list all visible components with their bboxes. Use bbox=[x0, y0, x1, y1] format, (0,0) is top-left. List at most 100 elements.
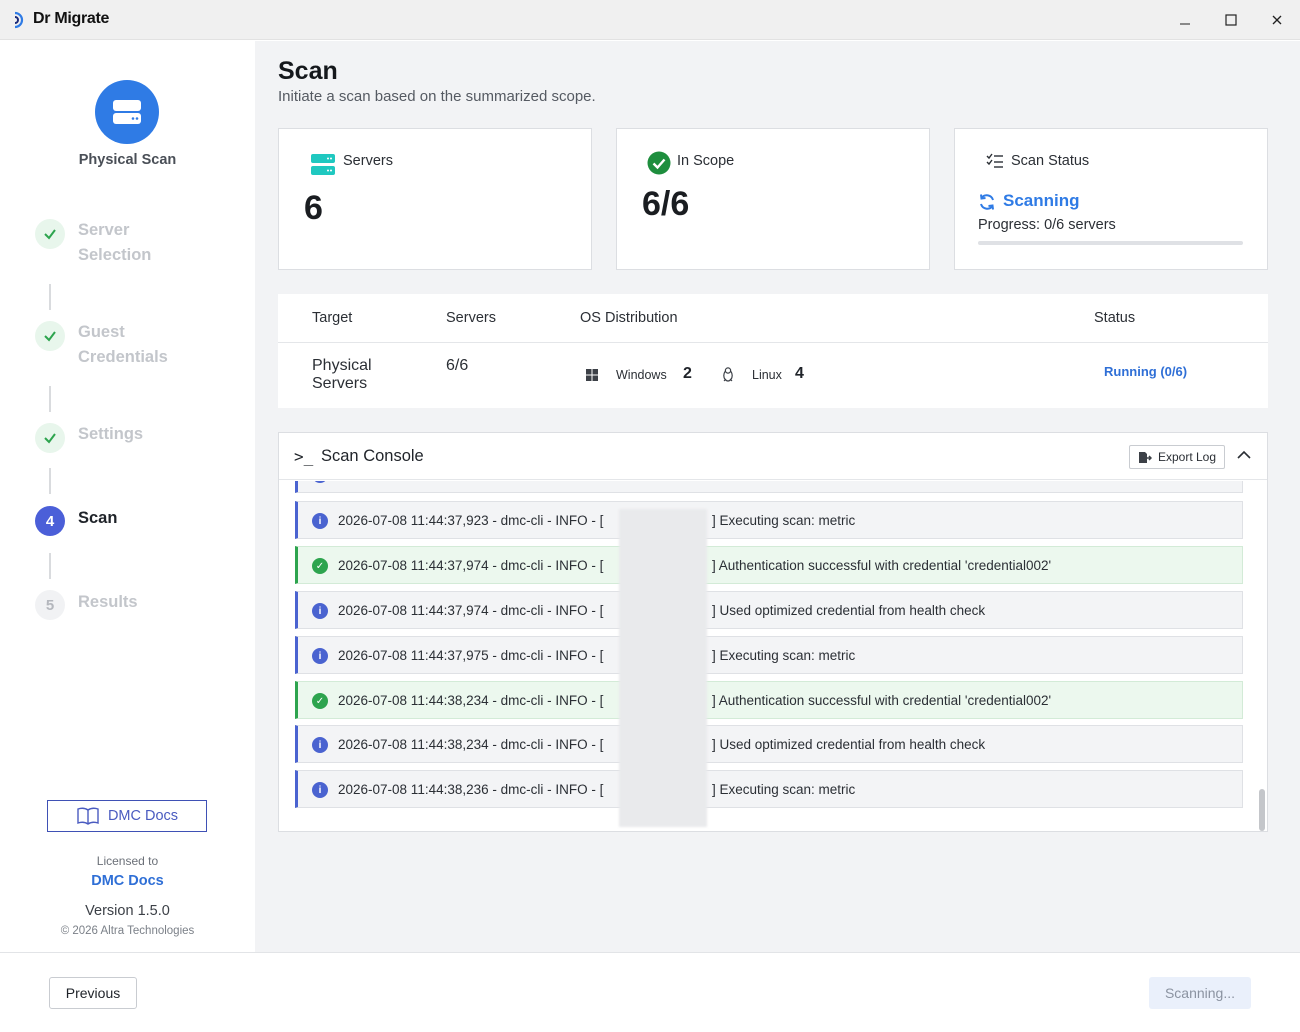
windows-icon bbox=[586, 369, 598, 381]
header-status: Status bbox=[1094, 310, 1136, 326]
close-icon bbox=[1272, 15, 1282, 25]
previous-button[interactable]: Previous bbox=[49, 977, 137, 1009]
console-title: Scan Console bbox=[321, 447, 424, 465]
row-servers: 6/6 bbox=[446, 357, 469, 374]
dmc-docs-label: DMC Docs bbox=[107, 808, 179, 824]
log-message: ] Used optimized credential from health … bbox=[712, 737, 986, 752]
step-settings-marker bbox=[35, 423, 65, 453]
check-icon bbox=[44, 229, 56, 240]
step-scan-marker: 4 bbox=[35, 506, 65, 536]
page-subtitle: Initiate a scan based on the summarized … bbox=[278, 88, 596, 105]
log-row: ✓ 2026-07-08 11:44:37,974 - dmc-cli - IN… bbox=[295, 546, 1243, 584]
chevron-up-icon[interactable] bbox=[1237, 450, 1251, 460]
export-log-label: Export Log bbox=[1157, 450, 1217, 464]
in-scope-count: 6/6 bbox=[642, 185, 690, 223]
app-title: Dr Migrate bbox=[33, 10, 110, 27]
app-logo-icon bbox=[14, 11, 24, 29]
log-row: i 2026-07-08 11:44:38,234 - dmc-cli - IN… bbox=[295, 725, 1243, 763]
row-status: Running (0/6) bbox=[1104, 364, 1188, 379]
close-button[interactable] bbox=[1265, 8, 1289, 32]
info-icon: i bbox=[312, 648, 328, 664]
refresh-icon bbox=[980, 194, 994, 210]
console-log-area[interactable]: i i 2026-07-08 11:44:37,923 - dmc-cli - … bbox=[279, 481, 1267, 831]
maximize-icon bbox=[1225, 14, 1237, 26]
header-target: Target bbox=[312, 310, 353, 326]
step-server-selection-marker bbox=[35, 219, 65, 249]
terminal-icon: >_ bbox=[294, 447, 314, 466]
servers-card: Servers 6 bbox=[278, 128, 592, 270]
licensee-link[interactable]: DMC Docs bbox=[0, 873, 255, 889]
console-scrollbar[interactable] bbox=[1259, 789, 1265, 831]
log-message: ] Executing scan: metric bbox=[712, 782, 856, 797]
step-results-marker: 5 bbox=[35, 590, 65, 620]
server-stack-icon bbox=[311, 154, 335, 175]
title-bar: Dr Migrate bbox=[0, 0, 1300, 40]
log-row: i 2026-07-08 11:44:37,923 - dmc-cli - IN… bbox=[295, 501, 1243, 539]
redacted-hostname-mask bbox=[619, 509, 707, 827]
maximize-button[interactable] bbox=[1219, 8, 1243, 32]
scanning-button[interactable]: Scanning... bbox=[1149, 977, 1251, 1009]
minimize-icon bbox=[1180, 23, 1190, 25]
page-title: Scan bbox=[278, 57, 338, 85]
success-check-icon: ✓ bbox=[312, 558, 328, 574]
scope-table: Target Servers OS Distribution Status Ph… bbox=[278, 294, 1268, 408]
step-guest-credentials-marker bbox=[35, 321, 65, 351]
wizard-footer: Previous Scanning... bbox=[0, 952, 1300, 1032]
scan-progress-text: Progress: 0/6 servers bbox=[978, 217, 1116, 233]
log-prefix: 2026-07-08 11:44:37,975 - dmc-cli - INFO… bbox=[338, 648, 604, 663]
scan-status-card-title: Scan Status bbox=[1011, 153, 1090, 169]
header-servers: Servers bbox=[446, 310, 496, 326]
scan-status-card: Scan Status Scanning Progress: 0/6 serve… bbox=[954, 128, 1268, 270]
scan-state-text: Scanning bbox=[1003, 191, 1080, 210]
scan-console: >_ Scan Console Export Log i i 202 bbox=[278, 432, 1268, 832]
step-settings[interactable]: Settings bbox=[78, 422, 143, 447]
export-icon bbox=[1138, 451, 1152, 463]
wizard-sidebar: Physical Scan Server Selection Guest Cre… bbox=[0, 41, 255, 952]
log-message: ] Used optimized credential from health … bbox=[712, 603, 986, 618]
log-prefix: 2026-07-08 11:44:38,236 - dmc-cli - INFO… bbox=[338, 782, 604, 797]
console-header: >_ Scan Console Export Log bbox=[279, 433, 1267, 480]
licensed-to-label: Licensed to bbox=[96, 854, 159, 868]
step-scan[interactable]: Scan bbox=[78, 506, 117, 531]
physical-scan-label: Physical Scan bbox=[78, 152, 177, 168]
check-icon bbox=[44, 433, 56, 444]
servers-count: 6 bbox=[304, 189, 323, 227]
info-icon: i bbox=[312, 481, 328, 483]
step-server-selection[interactable]: Server Selection bbox=[78, 218, 151, 268]
row-target: Physical Servers bbox=[312, 357, 372, 392]
check-icon bbox=[44, 331, 56, 342]
linux-label: Linux bbox=[752, 368, 782, 382]
info-icon: i bbox=[312, 513, 328, 529]
step-connector bbox=[49, 468, 51, 494]
log-message: ] Executing scan: metric bbox=[712, 648, 856, 663]
log-message: ] Authentication successful with credent… bbox=[712, 693, 1052, 708]
scan-progress-bar bbox=[978, 241, 1243, 245]
log-row: i 2026-07-08 11:44:37,974 - dmc-cli - IN… bbox=[295, 591, 1243, 629]
step-connector bbox=[49, 284, 51, 310]
log-prefix: 2026-07-08 11:44:38,234 - dmc-cli - INFO… bbox=[338, 693, 604, 708]
log-prefix: 2026-07-08 11:44:37,974 - dmc-cli - INFO… bbox=[338, 603, 604, 618]
servers-card-title: Servers bbox=[343, 153, 393, 169]
step-connector bbox=[49, 553, 51, 579]
version-text: Version 1.5.0 bbox=[85, 903, 170, 919]
dmc-docs-button[interactable]: DMC Docs bbox=[47, 800, 207, 832]
minimize-button[interactable] bbox=[1173, 8, 1197, 32]
check-circle-icon bbox=[647, 151, 671, 175]
log-message: ] Authentication successful with credent… bbox=[712, 558, 1052, 573]
success-check-icon: ✓ bbox=[312, 693, 328, 709]
info-icon: i bbox=[312, 782, 328, 798]
server-icon bbox=[113, 100, 141, 124]
step-connector bbox=[49, 386, 51, 412]
log-row-partial: i bbox=[295, 481, 1243, 493]
export-log-button[interactable]: Export Log bbox=[1129, 445, 1225, 469]
step-guest-credentials[interactable]: Guest Credentials bbox=[78, 320, 168, 370]
log-prefix: 2026-07-08 11:44:37,974 - dmc-cli - INFO… bbox=[338, 558, 604, 573]
physical-scan-badge bbox=[95, 80, 159, 144]
step-results[interactable]: Results bbox=[78, 590, 138, 615]
windows-count: 2 bbox=[683, 365, 692, 382]
log-prefix: 2026-07-08 11:44:37,923 - dmc-cli - INFO… bbox=[338, 513, 604, 528]
linux-icon bbox=[723, 367, 733, 382]
book-icon bbox=[77, 807, 99, 825]
windows-label: Windows bbox=[616, 368, 667, 382]
in-scope-card: In Scope 6/6 bbox=[616, 128, 930, 270]
